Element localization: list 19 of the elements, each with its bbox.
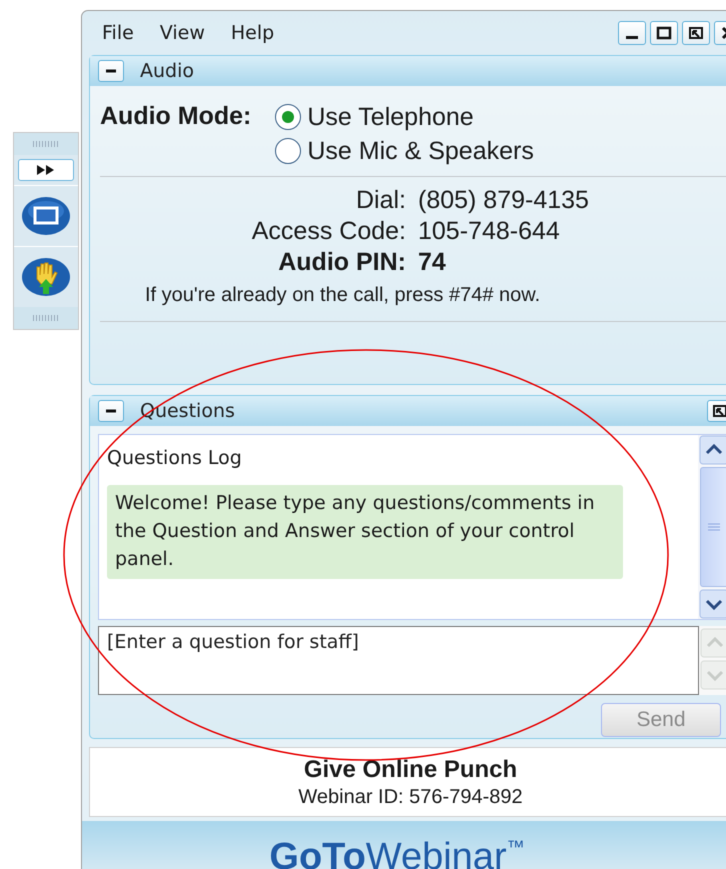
question-field[interactable]: [Enter a question for staff] [98, 626, 699, 695]
detail-value: (805) 879-4135 [418, 185, 590, 216]
log-title: Questions Log [107, 447, 243, 469]
detail-label: Access Code: [250, 216, 406, 247]
webinar-id: Webinar ID: 576-794-892 [298, 786, 523, 808]
detail-label: Dial: [354, 185, 406, 216]
audio-mode-label: Audio Mode: [100, 102, 252, 131]
panel-title: Audio [140, 60, 194, 82]
menu-item[interactable]: Help [230, 22, 274, 44]
instruction-text: If you're already on the call, press #74# now. [145, 284, 542, 307]
radio-option[interactable]: Use Mic & Speakers [275, 134, 534, 168]
welcome-message: Welcome! Please type any questions/comments in the Question and Answer section of your control panel. [107, 485, 623, 579]
menu-item[interactable]: File [102, 22, 134, 44]
detail-value: 74 [418, 247, 447, 278]
detail-label: Audio PIN: [277, 247, 406, 278]
menu-item[interactable]: View [160, 22, 205, 44]
radio-option[interactable]: Use Telephone [275, 100, 534, 134]
webinar-title: Give Online Punch [304, 756, 518, 784]
detail-value: 105-748-644 [418, 216, 561, 247]
